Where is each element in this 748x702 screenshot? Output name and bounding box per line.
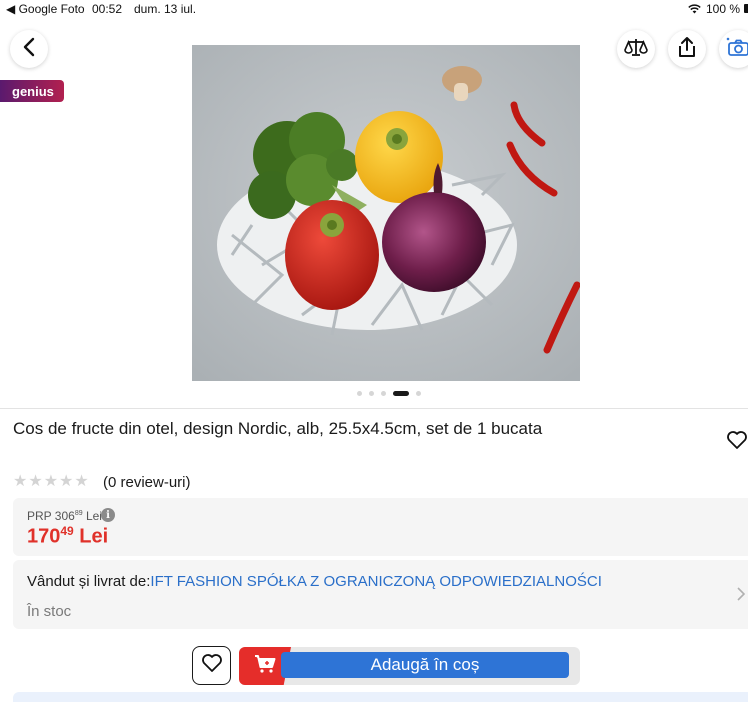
carousel-dot-active[interactable] — [393, 390, 409, 396]
prp-decimals: 89 — [74, 510, 83, 517]
price-integer: 170 — [27, 525, 61, 548]
cart-icon — [254, 654, 276, 678]
star-icon: ★ — [13, 473, 28, 490]
seller-link[interactable]: IFT FASHION SPÓŁKA Z OGRANICZONĄ ODPOWIE… — [150, 573, 601, 590]
prp-currency: Lei — [85, 509, 102, 523]
add-to-cart-button[interactable]: Adaugă în coș — [239, 647, 580, 685]
info-icon[interactable]: i — [101, 508, 115, 522]
seller-panel[interactable]: Vândut și livrat de:IFT FASHION SPÓŁKA Z… — [13, 560, 748, 629]
camera-search-button[interactable] — [719, 30, 748, 68]
star-icon: ★ — [59, 473, 74, 490]
battery-icon — [744, 4, 748, 13]
current-price: 17049 Lei — [27, 524, 108, 549]
image-carousel-dots[interactable] — [357, 390, 421, 396]
add-to-cart-label: Adaugă în coș — [281, 652, 569, 678]
carousel-dot[interactable] — [357, 390, 362, 396]
chevron-right-icon[interactable] — [737, 587, 746, 606]
stock-status: În stoc — [27, 603, 72, 620]
prp-label: PRP 306 — [27, 509, 75, 523]
compare-button[interactable] — [617, 30, 655, 68]
seller-label: Vândut și livrat de: — [27, 573, 151, 590]
reviews-count[interactable]: (0 review-uri) — [103, 474, 191, 491]
star-icon: ★ — [74, 473, 89, 490]
share-icon — [677, 36, 697, 63]
chevron-left-icon — [22, 37, 36, 62]
carousel-dot[interactable] — [381, 390, 386, 396]
price-decimals: 49 — [60, 524, 74, 538]
price-panel: PRP 30689 Lei i 17049 Lei — [13, 498, 748, 556]
genius-badge[interactable]: genius — [0, 80, 64, 102]
rating-stars[interactable]: ★ ★ ★ ★ ★ — [13, 474, 89, 490]
back-button[interactable] — [10, 30, 48, 68]
product-image[interactable] — [192, 45, 581, 381]
scale-icon — [624, 37, 648, 62]
share-button[interactable] — [668, 30, 706, 68]
wifi-icon — [688, 3, 701, 17]
carousel-dot[interactable] — [416, 390, 421, 396]
star-icon: ★ — [43, 473, 59, 490]
seller-info: Vândut și livrat de:IFT FASHION SPÓŁKA Z… — [27, 573, 602, 590]
price-currency: Lei — [79, 525, 109, 548]
product-title: Cos de fructe din otel, design Nordic, a… — [13, 419, 543, 438]
divider — [0, 408, 748, 409]
status-bar: ◀ Google Foto 00:52 dum. 13 iul. 100 % — [0, 0, 748, 18]
star-icon: ★ — [28, 473, 43, 490]
heart-icon[interactable] — [726, 430, 748, 455]
recommended-price: PRP 30689 Lei — [27, 509, 102, 523]
carousel-dot[interactable] — [369, 390, 374, 396]
date: dum. 13 iul. — [134, 2, 197, 16]
camera-search-icon — [726, 37, 748, 62]
back-to-app-link[interactable]: ◀ Google Foto — [6, 2, 85, 16]
bottom-panel — [13, 692, 748, 702]
clock: 00:52 — [92, 2, 123, 16]
battery-level: 100 % — [706, 2, 741, 16]
heart-icon — [201, 653, 223, 678]
add-to-favorites-button[interactable] — [192, 646, 231, 685]
